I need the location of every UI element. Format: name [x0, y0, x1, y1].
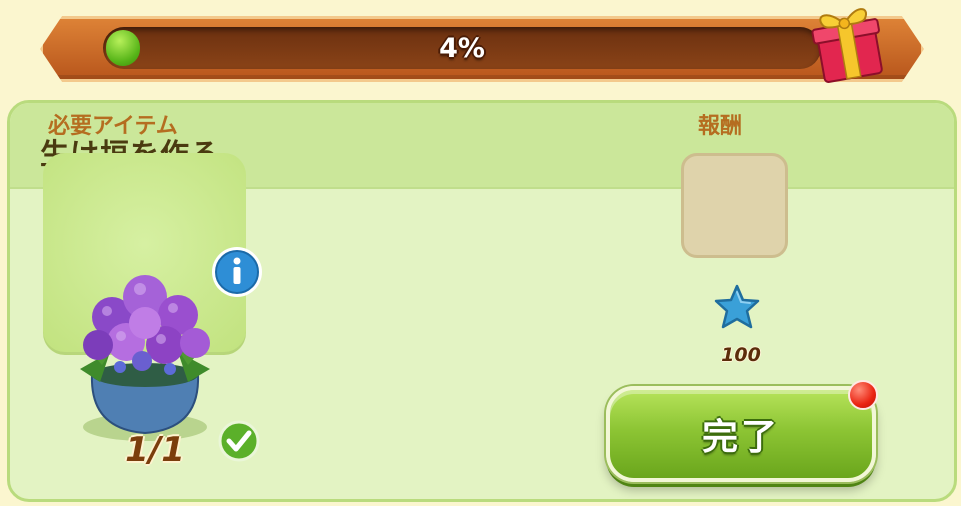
reward-amount: 100 — [721, 344, 761, 366]
complete-button[interactable]: 完了 — [606, 386, 876, 482]
item-count: 1/1 — [125, 430, 185, 470]
blue-star-icon — [714, 284, 760, 329]
complete-button-label: 完了 — [701, 417, 780, 458]
required-items-label: 必要アイテム — [48, 114, 178, 139]
hydrangea-pot-icon — [80, 275, 210, 441]
checkmark-icon — [218, 420, 260, 462]
info-icon[interactable] — [210, 245, 264, 299]
notification-dot — [848, 380, 878, 410]
reward-label: 報酬 — [698, 114, 743, 139]
progress-percent: 4% — [439, 32, 485, 64]
gift-box-icon[interactable] — [806, 0, 892, 86]
reward-card[interactable] — [681, 153, 788, 258]
